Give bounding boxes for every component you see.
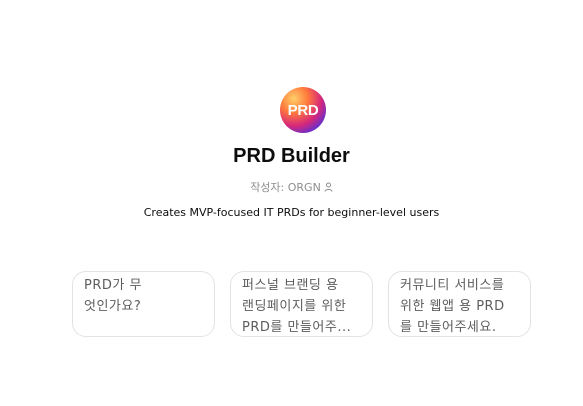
- author-label: 작성자: ORGN: [250, 181, 321, 194]
- gpt-author: 작성자: ORGN: [0, 179, 583, 195]
- starter-text: 커뮤니티 서비스를 위한 웹앱 용 PRD 를 만들어주세요.: [400, 278, 505, 335]
- gpt-title: PRD Builder: [233, 145, 350, 167]
- gpt-intro-page: PRD PRD Builder 작성자: ORGN Creates MVP-fo…: [0, 0, 583, 406]
- gpt-logo: PRD: [280, 87, 326, 133]
- logo-text: PRD: [287, 101, 319, 119]
- conversation-starter-card[interactable]: 퍼스널 브랜딩 용 랜딩페이지를 위한 PRD를 만들어주...: [230, 271, 373, 337]
- starter-text: 퍼스널 브랜딩 용 랜딩페이지를 위한 PRD를 만들어주...: [242, 278, 352, 335]
- person-icon: [324, 182, 333, 195]
- conversation-starter-card[interactable]: PRD가 무 엇인가요?: [72, 271, 215, 337]
- gpt-description: Creates MVP-focused IT PRDs for beginner…: [143, 206, 440, 219]
- starter-text: PRD가 무 엇인가요?: [84, 278, 142, 314]
- conversation-starter-card[interactable]: 커뮤니티 서비스를 위한 웹앱 용 PRD 를 만들어주세요.: [388, 271, 531, 337]
